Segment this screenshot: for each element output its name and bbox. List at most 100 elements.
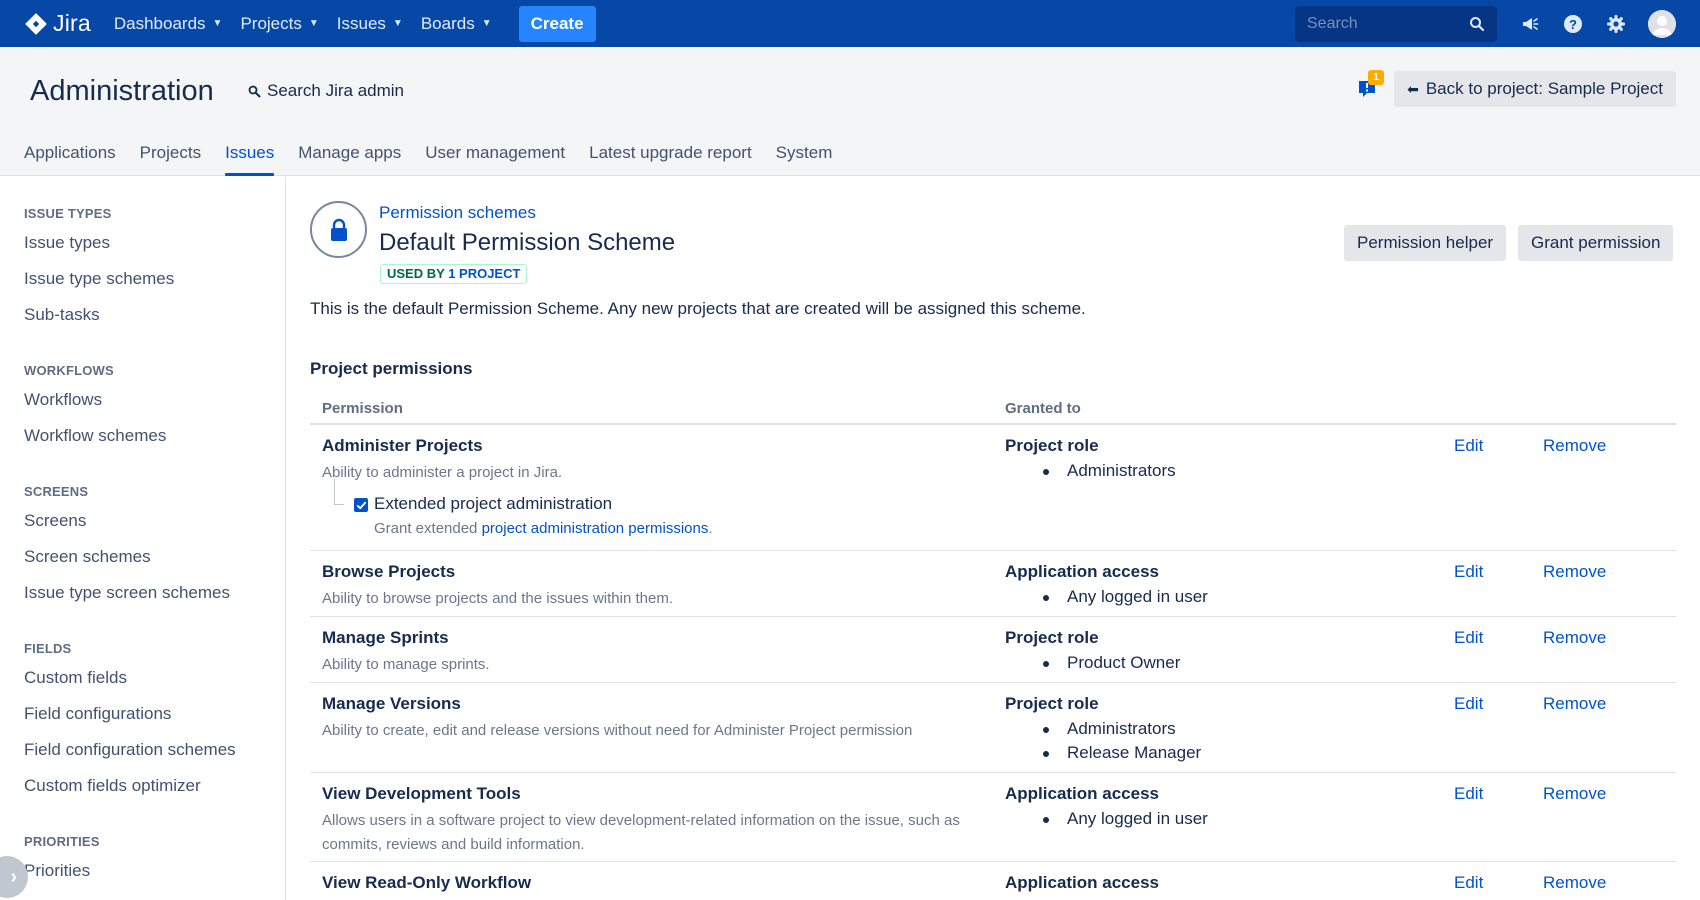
grant-type: Project role [1005, 628, 1099, 647]
sidebar-item-custom-fields-optimizer[interactable]: Custom fields optimizer [24, 768, 285, 804]
sidebar-item-custom-fields[interactable]: Custom fields [24, 660, 285, 696]
lock-icon [330, 218, 347, 241]
admin-search-link[interactable]: Search Jira admin [248, 81, 404, 101]
sidebar-section-fields: FIELDS Custom fields Field configuration… [0, 638, 285, 804]
sidebar-heading: WORKFLOWS [24, 363, 114, 378]
scheme-description: This is the default Permission Scheme. A… [310, 299, 1086, 318]
tab-latest-upgrade-report[interactable]: Latest upgrade report [589, 143, 752, 176]
boards-menu[interactable]: Boards ▼ [412, 0, 501, 47]
sidebar-heading: PRIORITIES [24, 834, 100, 849]
permission-name: View Development Tools [322, 784, 521, 803]
edit-link[interactable]: Edit [1454, 784, 1483, 804]
edit-link[interactable]: Edit [1454, 628, 1483, 648]
grantee-list: Administrators Release Manager [1042, 717, 1201, 765]
grantee-list: Any logged in user [1043, 807, 1208, 831]
sidebar-item-sub-tasks[interactable]: Sub-tasks [24, 297, 285, 333]
table-row: Browse Projects Ability to browse projec… [310, 551, 1676, 617]
create-button[interactable]: Create [518, 5, 596, 42]
feedback-count-badge: 1 [1368, 70, 1384, 85]
megaphone-icon[interactable] [1519, 13, 1541, 35]
remove-link[interactable]: Remove [1543, 873, 1606, 893]
breadcrumb-permission-schemes[interactable]: Permission schemes [379, 203, 536, 223]
tab-user-management[interactable]: User management [425, 143, 565, 176]
arrow-left-icon: ⬅ [1407, 80, 1419, 97]
sidebar-section-workflows: WORKFLOWS Workflows Workflow schemes [0, 360, 285, 454]
table-row: Manage Versions Ability to create, edit … [310, 683, 1676, 773]
remove-link[interactable]: Remove [1543, 694, 1606, 714]
admin-search-label: Search Jira admin [267, 81, 405, 100]
sidebar-item-field-configurations[interactable]: Field configurations [24, 696, 285, 732]
admin-tabs: Applications Projects Issues Manage apps… [24, 143, 856, 176]
sidebar-item-workflows[interactable]: Workflows [24, 382, 285, 418]
used-by-badge[interactable]: USED BY 1 PROJECT [380, 264, 528, 284]
global-search-input[interactable]: Search [1295, 5, 1497, 42]
product-name: Jira [53, 10, 91, 36]
extended-admin-desc-suffix: . [708, 520, 713, 537]
sidebar-item-issue-types[interactable]: Issue types [24, 225, 285, 261]
feedback-button[interactable]: 1 [1354, 70, 1384, 101]
extended-admin-checkbox[interactable] [354, 498, 368, 512]
chevron-down-icon: ▼ [212, 18, 223, 29]
remove-link[interactable]: Remove [1543, 436, 1606, 456]
grantee-list: Product Owner [1042, 651, 1180, 675]
sidebar-item-issue-type-schemes[interactable]: Issue type schemes [24, 261, 285, 297]
scheme-title: Default Permission Scheme [379, 229, 676, 256]
grant-type: Application access [1005, 873, 1160, 892]
sidebar-item-screens[interactable]: Screens [24, 503, 285, 539]
settings-gear-icon[interactable] [1605, 13, 1627, 35]
tab-issues[interactable]: Issues [225, 143, 275, 176]
projects-menu[interactable]: Projects ▼ [231, 0, 327, 47]
sidebar-item-priorities[interactable]: Priorities [24, 853, 285, 889]
grantee-item: Administrators [1043, 459, 1176, 483]
remove-link[interactable]: Remove [1543, 628, 1606, 648]
edit-link[interactable]: Edit [1454, 873, 1483, 893]
sidebar-item-screen-schemes[interactable]: Screen schemes [24, 539, 285, 575]
issues-menu-label: Issues [336, 13, 386, 33]
permission-name: Manage Sprints [322, 628, 449, 647]
remove-link[interactable]: Remove [1543, 784, 1606, 804]
permission-description: Ability to create, edit and release vers… [322, 722, 913, 739]
sidebar-item-priority-schemes[interactable]: Priority schemes [24, 889, 285, 900]
table-row: Administer Projects Ability to administe… [310, 425, 1676, 551]
tab-system[interactable]: System [776, 143, 833, 176]
table-row: View Read-Only Workflow Application acce… [310, 862, 1676, 900]
admin-header: Administration Search Jira admin 1 ⬅ Bac… [0, 47, 1700, 176]
search-icon [1470, 16, 1485, 31]
sidebar-item-issue-type-screen-schemes[interactable]: Issue type screen schemes [24, 575, 285, 611]
permission-helper-button[interactable]: Permission helper [1344, 225, 1507, 261]
edit-link[interactable]: Edit [1454, 694, 1483, 714]
sidebar-heading: SCREENS [24, 484, 89, 499]
remove-link[interactable]: Remove [1543, 562, 1606, 582]
chevron-down-icon: ▼ [481, 18, 492, 29]
grantee-item: Administrators [1042, 717, 1201, 741]
svg-text:?: ? [1569, 17, 1577, 32]
grantee-list: Any logged in user [1043, 585, 1208, 609]
edit-link[interactable]: Edit [1454, 436, 1483, 456]
permission-description: Allows users in a software project to vi… [322, 812, 960, 853]
grant-type: Project role [1005, 436, 1099, 455]
sidebar-item-workflow-schemes[interactable]: Workflow schemes [24, 418, 285, 454]
section-title: Project permissions [310, 359, 473, 378]
dashboards-menu[interactable]: Dashboards ▼ [105, 0, 232, 47]
jira-logo[interactable]: Jira [24, 10, 91, 37]
extended-admin-description: Grant extended project administration pe… [374, 520, 713, 537]
grantee-item: Product Owner [1042, 651, 1180, 675]
issues-menu[interactable]: Issues ▼ [328, 0, 412, 47]
permission-name: Administer Projects [322, 436, 483, 455]
project-admin-permissions-link[interactable]: project administration permissions [482, 520, 709, 537]
back-to-project-button[interactable]: ⬅ Back to project: Sample Project [1394, 71, 1676, 107]
user-avatar[interactable] [1648, 9, 1676, 38]
table-row: Manage Sprints Ability to manage sprints… [310, 617, 1676, 683]
nav-right-area: Search ? [1295, 0, 1700, 47]
tab-manage-apps[interactable]: Manage apps [298, 143, 401, 176]
tab-applications[interactable]: Applications [24, 143, 116, 176]
tab-projects[interactable]: Projects [140, 143, 201, 176]
grantee-item: Any logged in user [1043, 585, 1208, 609]
chevron-right-icon: › [10, 865, 17, 888]
help-icon[interactable]: ? [1562, 13, 1584, 35]
grant-permission-button[interactable]: Grant permission [1518, 225, 1674, 261]
sidebar-item-field-configuration-schemes[interactable]: Field configuration schemes [24, 732, 285, 768]
edit-link[interactable]: Edit [1454, 562, 1483, 582]
jira-logo-icon [25, 12, 47, 35]
grant-type: Application access [1005, 562, 1160, 581]
